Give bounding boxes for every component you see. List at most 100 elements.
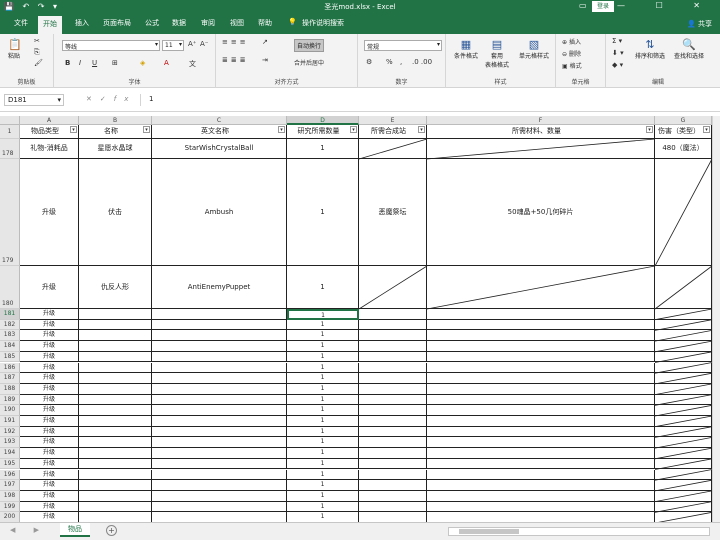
cell-b[interactable]: [79, 458, 152, 470]
decimal-icons[interactable]: .0 .00: [412, 58, 432, 66]
font-name-select[interactable]: 等线: [62, 40, 160, 51]
cell-g[interactable]: 480（魔法）: [655, 139, 712, 159]
cell-e[interactable]: [359, 341, 427, 352]
row-header[interactable]: 192: [0, 426, 20, 438]
cell-f[interactable]: [427, 309, 655, 320]
vertical-scrollbar[interactable]: [712, 116, 720, 522]
cell-b[interactable]: [79, 416, 152, 427]
cell-e[interactable]: [359, 416, 427, 427]
orientation-icon[interactable]: ↗: [262, 38, 268, 46]
cell-styles-button[interactable]: ▧ 单元格样式: [514, 38, 554, 60]
cell-b[interactable]: 星愿水晶球: [79, 139, 152, 159]
cell-d[interactable]: 1: [287, 458, 359, 470]
cell-f[interactable]: [427, 490, 655, 502]
sort-filter-button[interactable]: ⇅ 排序和筛选: [632, 38, 668, 60]
cell-d[interactable]: 1: [287, 448, 359, 459]
cell-d[interactable]: 1: [287, 416, 359, 427]
cell-f[interactable]: [427, 330, 655, 342]
row-header[interactable]: 194: [0, 448, 20, 459]
cell-g[interactable]: [655, 383, 712, 395]
cell-e[interactable]: [359, 480, 427, 491]
selected-cell[interactable]: 1: [287, 309, 359, 320]
add-sheet-button[interactable]: +: [106, 525, 117, 536]
cell-g[interactable]: [655, 437, 712, 449]
indent-icon[interactable]: ⇥: [262, 56, 268, 64]
cell-e[interactable]: [359, 426, 427, 438]
cell-g[interactable]: [655, 448, 712, 459]
font-color-icon[interactable]: A: [164, 59, 169, 67]
row-header[interactable]: 193: [0, 437, 20, 449]
cell-f[interactable]: [427, 448, 655, 459]
cell-a[interactable]: 升级: [20, 426, 79, 438]
filter-dropdown-icon[interactable]: ▾: [70, 126, 77, 133]
cell-g[interactable]: [655, 501, 712, 513]
cell-d[interactable]: 1: [287, 383, 359, 395]
grow-font-icon[interactable]: A⁺: [188, 40, 196, 48]
cell-b[interactable]: [79, 490, 152, 502]
row-header[interactable]: 182: [0, 319, 20, 331]
cell-g[interactable]: [655, 469, 712, 481]
cell-a[interactable]: 升级: [20, 330, 79, 342]
cell-g[interactable]: [655, 266, 712, 309]
cell-a[interactable]: 升级: [20, 341, 79, 352]
tab-page-layout[interactable]: 页面布局: [103, 18, 131, 28]
cell-f[interactable]: [427, 426, 655, 438]
cell-b[interactable]: [79, 469, 152, 481]
cell-c[interactable]: [152, 330, 287, 342]
select-all-corner[interactable]: [0, 116, 20, 125]
cell-c[interactable]: [152, 351, 287, 363]
filter-dropdown-icon[interactable]: ▾: [350, 126, 357, 133]
header-cell-a[interactable]: 物品类型 ▾: [20, 125, 79, 139]
cell-e[interactable]: [359, 405, 427, 416]
cell-g[interactable]: [655, 159, 712, 266]
cell-e[interactable]: [359, 501, 427, 513]
conditional-format-button[interactable]: ▦ 条件格式: [450, 38, 482, 60]
cell-d[interactable]: 1: [287, 469, 359, 481]
row-header[interactable]: 185: [0, 351, 20, 363]
cell-a[interactable]: 升级: [20, 319, 79, 331]
header-cell-e[interactable]: 所需合成站 ▾: [359, 125, 427, 139]
share-button[interactable]: 👤 共享: [687, 19, 712, 29]
cell-f[interactable]: [427, 351, 655, 363]
cell-f[interactable]: [427, 373, 655, 384]
borders-icon[interactable]: ⊞: [112, 59, 118, 67]
cut-icon[interactable]: ✂: [34, 37, 40, 45]
cell-e[interactable]: [359, 469, 427, 481]
cell-b[interactable]: [79, 383, 152, 395]
cell-g[interactable]: [655, 416, 712, 427]
comma-button[interactable]: ,: [400, 58, 402, 66]
cell-c[interactable]: [152, 480, 287, 491]
find-select-button[interactable]: 🔍 查找和选择: [670, 38, 708, 60]
shrink-font-icon[interactable]: A⁻: [200, 40, 208, 48]
underline-button[interactable]: U: [92, 59, 97, 67]
insert-cells-button[interactable]: ⊕ 插入: [562, 37, 581, 46]
cell-c[interactable]: [152, 458, 287, 470]
tab-formulas[interactable]: 公式: [145, 18, 159, 28]
align-center-icons[interactable]: ≣≣≣: [222, 56, 249, 64]
cell-a[interactable]: 升级: [20, 159, 79, 266]
cell-e[interactable]: [359, 362, 427, 374]
cell-b[interactable]: [79, 341, 152, 352]
cell-g[interactable]: [655, 426, 712, 438]
enter-icon[interactable]: ✓: [100, 95, 114, 103]
cell-d[interactable]: 1: [287, 490, 359, 502]
tab-insert[interactable]: 插入: [75, 18, 89, 28]
cell-g[interactable]: [655, 405, 712, 416]
cell-f[interactable]: [427, 319, 655, 331]
column-header-e[interactable]: E: [359, 116, 427, 125]
cell-d[interactable]: 1: [287, 394, 359, 406]
filter-dropdown-icon[interactable]: ▾: [703, 126, 710, 133]
filter-dropdown-icon[interactable]: ▾: [418, 126, 425, 133]
cell-d[interactable]: 1: [287, 362, 359, 374]
cell-e[interactable]: [359, 448, 427, 459]
cell-e[interactable]: [359, 266, 427, 309]
cell-d[interactable]: 1: [287, 373, 359, 384]
cell-a[interactable]: 升级: [20, 266, 79, 309]
header-cell-g[interactable]: 伤害（类型） ▾: [655, 125, 712, 139]
cell-f[interactable]: [427, 501, 655, 513]
row-header[interactable]: 196: [0, 469, 20, 481]
column-header-d[interactable]: D: [287, 116, 359, 125]
cell-g[interactable]: [655, 330, 712, 342]
cell-c[interactable]: [152, 426, 287, 438]
row-header[interactable]: 178: [0, 139, 20, 159]
